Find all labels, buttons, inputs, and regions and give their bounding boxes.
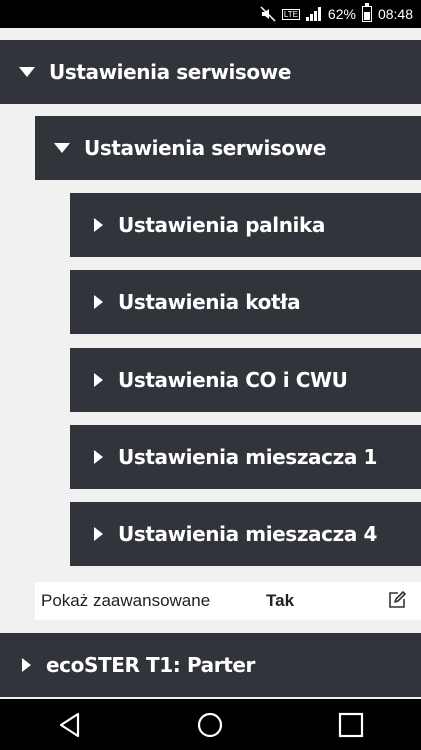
home-icon[interactable] [190, 705, 230, 745]
tree-node-mixer-1-settings[interactable]: Ustawienia mieszacza 1 [70, 425, 421, 489]
recents-icon[interactable] [331, 705, 371, 745]
tree-node-ecoster-t1[interactable]: ecoSTER T1: Parter [0, 633, 421, 697]
android-nav-bar [0, 699, 421, 750]
tree-node-service-settings-child[interactable]: Ustawienia serwisowe [35, 116, 421, 180]
caret-down-icon [54, 143, 70, 153]
battery-icon [361, 3, 372, 22]
lte-icon: LTE [281, 8, 300, 20]
tree-node-label: ecoSTER T1: Parter [46, 653, 256, 677]
tree-node-label: Ustawienia mieszacza 4 [118, 522, 378, 546]
tree-node-label: Ustawienia palnika [118, 213, 326, 237]
caret-right-icon [94, 373, 103, 387]
tree-node-co-cwu-settings[interactable]: Ustawienia CO i CWU [70, 348, 421, 412]
status-bar: LTE 62% 08:48 [0, 0, 421, 28]
show-advanced-value: Tak [266, 591, 295, 610]
show-advanced-label: Pokaż zaawansowane [41, 591, 211, 610]
caret-right-icon [94, 218, 103, 232]
clock: 08:48 [377, 6, 413, 22]
tree-node-label: Ustawienia kotła [118, 290, 301, 314]
tree-node-service-settings[interactable]: Ustawienia serwisowe [0, 40, 421, 104]
caret-right-icon [94, 295, 103, 309]
tree-node-burner-settings[interactable]: Ustawienia palnika [70, 193, 421, 257]
tree-node-boiler-settings[interactable]: Ustawienia kotła [70, 270, 421, 334]
tree-node-label: Ustawienia mieszacza 1 [118, 445, 378, 469]
back-icon[interactable] [50, 705, 90, 745]
caret-right-icon [94, 450, 103, 464]
caret-right-icon [22, 658, 31, 672]
tree-node-label: Ustawienia CO i CWU [118, 368, 348, 392]
show-advanced-row: Pokaż zaawansowane Tak [35, 582, 421, 620]
settings-tree: Ustawienia serwisowe Ustawienia serwisow… [0, 28, 421, 699]
tree-node-mixer-4-settings[interactable]: Ustawienia mieszacza 4 [70, 502, 421, 566]
tree-node-label: Ustawienia serwisowe [84, 136, 327, 160]
caret-down-icon [19, 67, 35, 77]
edit-icon[interactable] [387, 590, 407, 610]
tree-node-label: Ustawienia serwisowe [49, 60, 292, 84]
mute-icon [260, 6, 276, 22]
signal-icon [305, 7, 322, 21]
caret-right-icon [94, 527, 103, 541]
battery-percent: 62% [327, 6, 356, 22]
